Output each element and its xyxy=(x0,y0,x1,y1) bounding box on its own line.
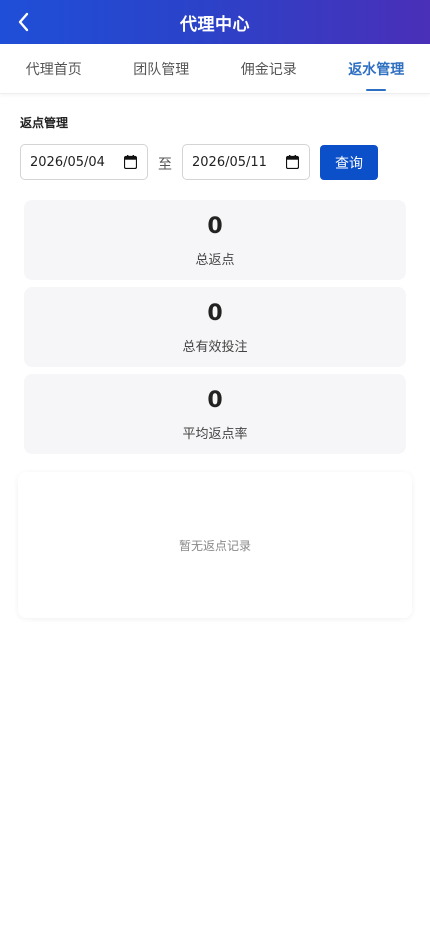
date-range-separator: 至 xyxy=(158,157,172,173)
stat-label: 平均返点率 xyxy=(182,426,248,442)
calendar-icon[interactable] xyxy=(286,155,299,169)
stat-label: 总有效投注 xyxy=(182,339,248,355)
tab-agent-home[interactable]: 代理首页 xyxy=(0,44,108,93)
stat-label: 总返点 xyxy=(195,252,235,268)
stat-card-total-rebate: 0 总返点 xyxy=(24,200,406,280)
stat-value: 0 xyxy=(207,213,223,239)
tab-commission-records[interactable]: 佣金记录 xyxy=(215,44,323,93)
tab-rebate-management[interactable]: 返水管理 xyxy=(323,44,430,93)
back-button[interactable] xyxy=(10,8,38,36)
stat-value: 0 xyxy=(207,387,223,413)
empty-message: 暂无返点记录 xyxy=(178,538,251,553)
page-title: 代理中心 xyxy=(180,14,250,35)
app-header: 代理中心 xyxy=(0,0,430,44)
start-date-value: 2026/05/04 xyxy=(30,154,105,170)
end-date-value: 2026/05/11 xyxy=(192,154,267,170)
calendar-icon[interactable] xyxy=(124,155,137,169)
tab-team-management[interactable]: 团队管理 xyxy=(108,44,216,93)
empty-records-panel: 暂无返点记录 xyxy=(18,472,412,618)
stat-card-avg-rebate-rate: 0 平均返点率 xyxy=(24,374,406,454)
query-button[interactable]: 查询 xyxy=(320,145,378,180)
tab-bar: 代理首页 团队管理 佣金记录 返水管理 xyxy=(0,44,430,94)
stat-card-total-valid-bets: 0 总有效投注 xyxy=(24,287,406,367)
end-date-input[interactable]: 2026/05/11 xyxy=(182,144,310,180)
start-date-input[interactable]: 2026/05/04 xyxy=(20,144,148,180)
chevron-left-icon xyxy=(18,12,29,32)
section-title: 返点管理 xyxy=(20,116,69,130)
stat-value: 0 xyxy=(207,300,223,326)
